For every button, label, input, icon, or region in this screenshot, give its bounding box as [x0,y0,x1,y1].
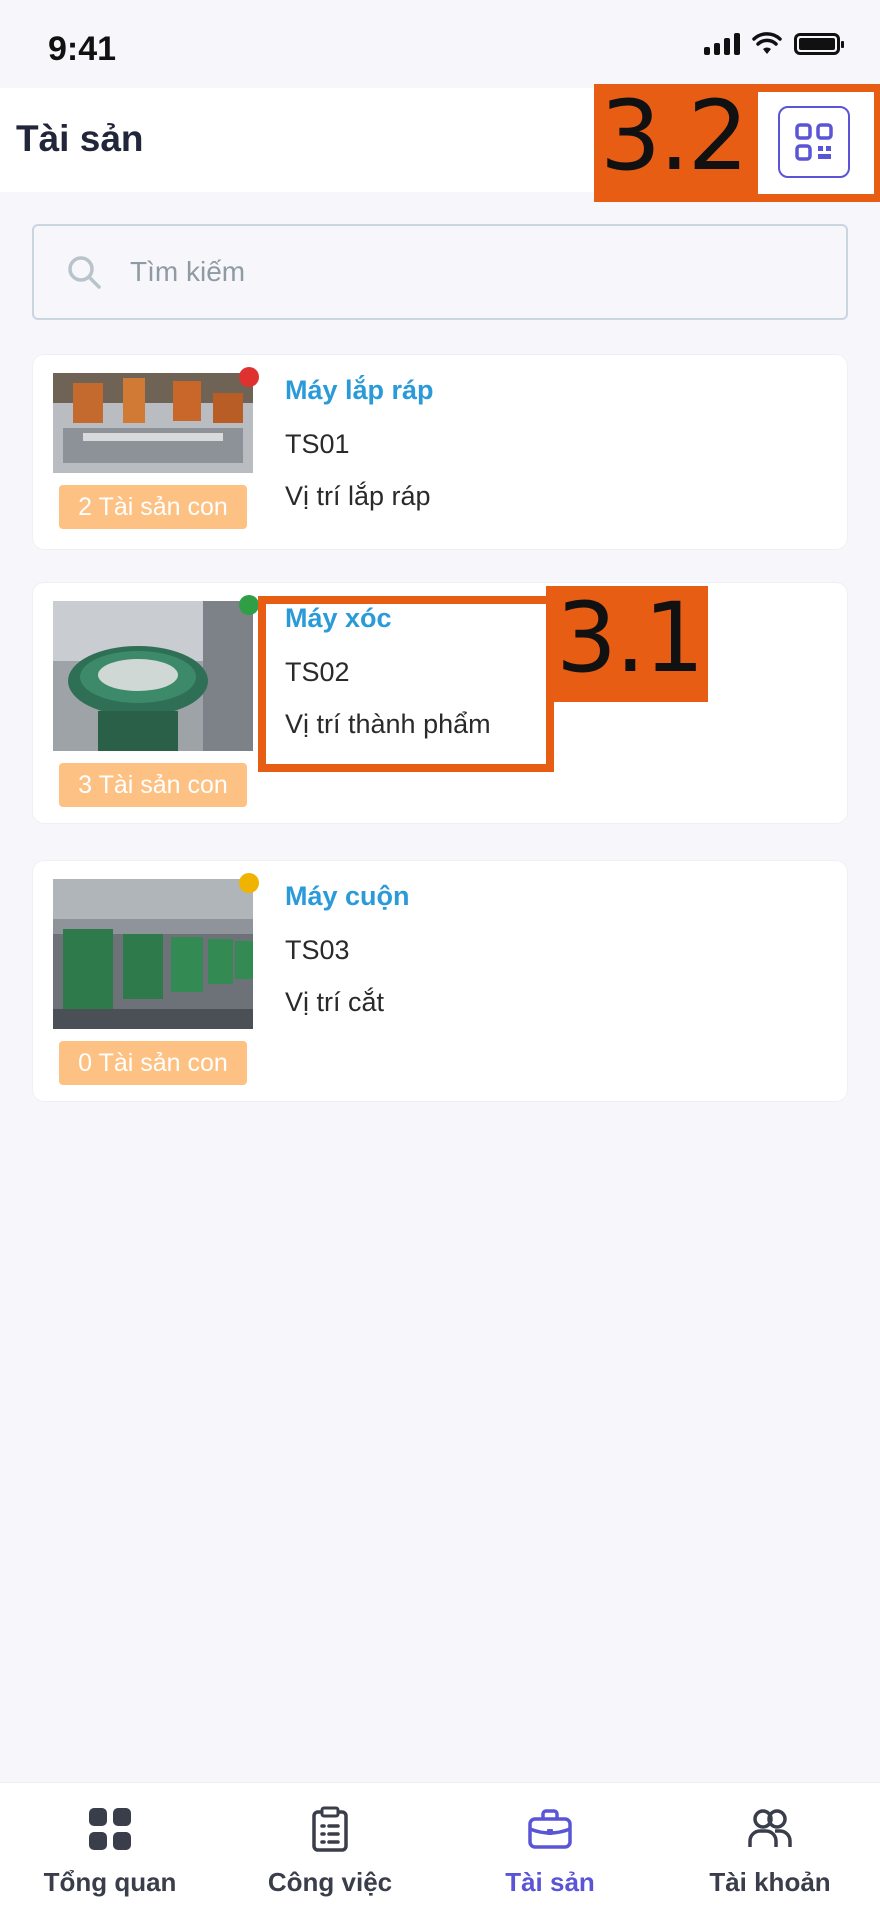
annotation-3-2: 3.2 [594,80,880,202]
qr-button-area [758,92,874,194]
asset-location: Vị trí lắp ráp [285,481,431,511]
search-input[interactable] [130,226,830,318]
asset-card-ts01[interactable]: 2 Tài sản con Máy lắp ráp TS01 Vị trí lắ… [32,354,848,550]
briefcase-icon [528,1803,572,1855]
status-bar: 9:41 [0,0,880,88]
asset-image [53,373,253,473]
search-icon [68,256,101,289]
wifi-icon [752,32,782,54]
clipboard-icon [310,1803,350,1855]
bottom-tab-bar: Tổng quan Công việc Tài sản Tài khoản [0,1782,880,1912]
annotation-label: 3.2 [600,80,749,192]
asset-card-ts03[interactable]: 0 Tài sản con Máy cuộn TS03 Vị trí cắt [32,860,848,1102]
tab-label: Tổng quan [43,1867,177,1897]
qr-scan-button[interactable] [778,106,850,178]
status-time: 9:41 [48,30,117,68]
asset-location: Vị trí cắt [285,987,385,1017]
battery-icon [794,33,844,55]
search-bar [32,224,848,320]
users-icon [747,1803,793,1855]
asset-image [53,879,253,1029]
tab-account[interactable]: Tài khoản [660,1783,880,1912]
tab-overview[interactable]: Tổng quan [0,1783,220,1912]
cellular-signal-icon [704,33,740,55]
asset-name: Máy lắp ráp [285,375,434,405]
child-assets-badge[interactable]: 0 Tài sản con [59,1041,247,1085]
annotation-label: 3.1 [556,582,705,694]
child-assets-badge[interactable]: 3 Tài sản con [59,763,247,807]
status-icons [704,32,844,56]
tab-label: Tài sản [505,1867,595,1897]
annotation-3-1-frame [258,596,554,772]
tab-tasks[interactable]: Công việc [220,1783,440,1912]
asset-name: Máy cuộn [285,881,410,911]
page-title: Tài sản [16,118,144,159]
tab-label: Tài khoản [709,1867,831,1897]
asset-code: TS03 [285,935,350,965]
grid-icon [87,1803,133,1855]
qr-code-icon [795,123,833,161]
annotation-3-1: 3.1 [546,582,708,702]
tab-assets[interactable]: Tài sản [440,1783,660,1912]
asset-image [53,601,253,751]
status-dot [239,873,259,893]
status-dot [239,595,259,615]
tab-label: Công việc [267,1867,393,1897]
status-dot [239,367,259,387]
child-assets-badge[interactable]: 2 Tài sản con [59,485,247,529]
asset-code: TS01 [285,429,350,459]
